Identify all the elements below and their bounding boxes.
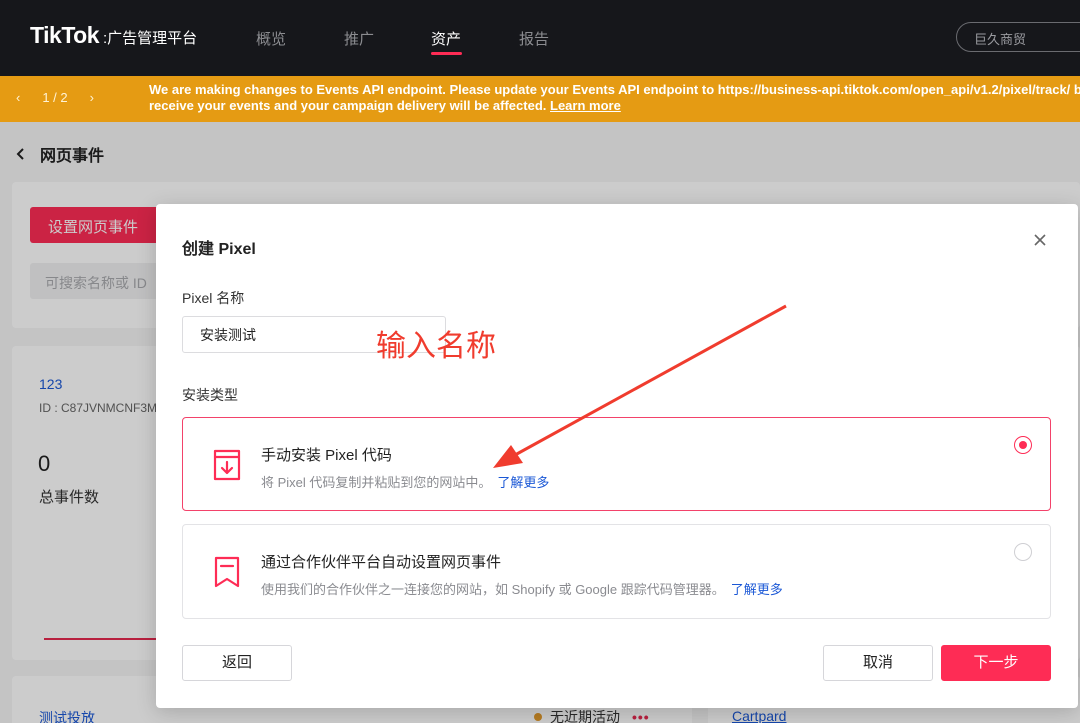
notice-pager: ‹ 1 / 2 › — [16, 90, 94, 105]
pixel-name-label: Pixel 名称 — [182, 290, 245, 306]
learn-more-link[interactable]: 了解更多 — [497, 475, 549, 490]
option-partner-setup[interactable]: 通过合作伙伴平台自动设置网页事件 使用我们的合作伙伴之一连接您的网站，如 Sho… — [182, 524, 1051, 619]
radio-unselected[interactable] — [1014, 543, 1032, 561]
nav-active-indicator — [431, 52, 462, 55]
download-box-icon — [213, 449, 241, 481]
logo-subtitle: :广告管理平台 — [103, 30, 198, 47]
bookmark-icon — [214, 556, 240, 588]
tiktok-ads-logo[interactable]: TikTok :广告管理平台 — [30, 22, 197, 49]
annotation-label: 输入名称 — [376, 329, 496, 364]
notice-banner: ‹ 1 / 2 › We are making changes to Event… — [0, 76, 1080, 122]
logo-wordmark: TikTok — [30, 22, 100, 48]
nav-overview[interactable]: 概览 — [256, 28, 286, 49]
notice-line-1: We are making changes to Events API endp… — [149, 82, 1080, 97]
option-title: 通过合作伙伴平台自动设置网页事件 — [261, 554, 502, 571]
create-pixel-modal: 创建 Pixel Pixel 名称 安装类型 手动安装 Pixel 代码 将 P… — [156, 204, 1078, 708]
learn-more-link[interactable]: 了解更多 — [731, 582, 783, 597]
option-description: 将 Pixel 代码复制并粘贴到您的网站中。 了解更多 — [261, 472, 549, 491]
close-icon[interactable] — [1032, 232, 1048, 248]
modal-title: 创建 Pixel — [182, 241, 256, 258]
nav-campaign[interactable]: 推广 — [344, 28, 374, 49]
option-desc-text: 将 Pixel 代码复制并粘贴到您的网站中。 — [261, 475, 492, 490]
notice-line-2: receive your events and your campaign de… — [149, 98, 547, 113]
account-switcher[interactable]: 巨久商贸 — [956, 22, 1080, 52]
install-type-label: 安装类型 — [182, 387, 238, 403]
pager-prev-icon[interactable]: ‹ — [16, 90, 20, 105]
notice-text: We are making changes to Events API endp… — [149, 82, 1080, 114]
back-button[interactable]: 返回 — [182, 645, 292, 681]
nav-assets[interactable]: 资产 — [431, 28, 461, 49]
option-manual-install[interactable]: 手动安装 Pixel 代码 将 Pixel 代码复制并粘贴到您的网站中。 了解更多 — [182, 417, 1051, 511]
nav-reports[interactable]: 报告 — [519, 28, 549, 49]
cancel-button[interactable]: 取消 — [823, 645, 933, 681]
pager-next-icon[interactable]: › — [90, 90, 94, 105]
radio-selected[interactable] — [1014, 436, 1032, 454]
option-title: 手动安装 Pixel 代码 — [261, 447, 392, 464]
top-navigation: TikTok :广告管理平台 概览 推广 资产 报告 巨久商贸 — [0, 0, 1080, 76]
pager-text: 1 / 2 — [42, 90, 68, 105]
notice-learn-more-link[interactable]: Learn more — [550, 98, 621, 113]
option-desc-text: 使用我们的合作伙伴之一连接您的网站，如 Shopify 或 Google 跟踪代… — [261, 582, 725, 597]
notice-line-2-wrap: receive your events and your campaign de… — [149, 98, 1080, 114]
next-button[interactable]: 下一步 — [941, 645, 1051, 681]
option-description: 使用我们的合作伙伴之一连接您的网站，如 Shopify 或 Google 跟踪代… — [261, 579, 783, 598]
